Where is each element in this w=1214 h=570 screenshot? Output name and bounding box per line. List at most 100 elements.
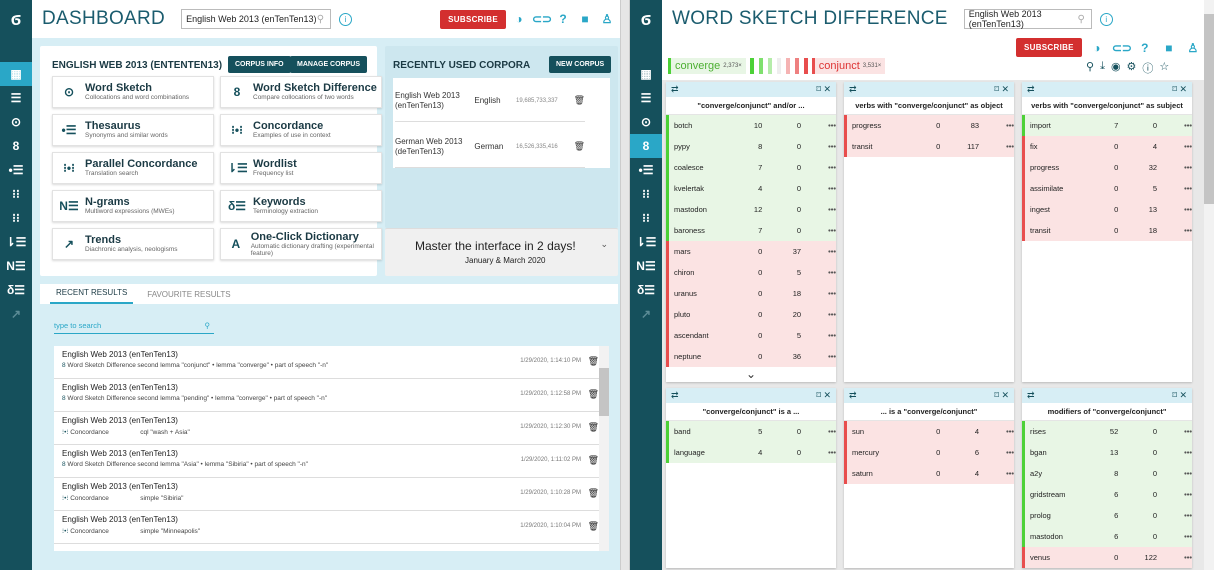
tool-tile-word-sketch[interactable]: ⊙ Word Sketch Collocations and word combin… — [52, 76, 214, 108]
tool-tile-wordlist[interactable]: ⇂☰ Wordlist Frequency list — [220, 152, 382, 184]
dashboard-icon[interactable]: ▦ — [0, 62, 32, 86]
collocation-row[interactable]: pypy 8 0 ••• — [666, 136, 836, 157]
close-icon[interactable]: ✕ — [823, 84, 831, 94]
trends-icon[interactable]: ↗ — [630, 302, 662, 326]
collocation-row[interactable]: transit 0 18 ••• — [1022, 220, 1192, 241]
tab-favourite-results[interactable]: FAVOURITE RESULTS — [141, 290, 236, 304]
collocation-row[interactable]: baroness 7 0 ••• — [666, 220, 836, 241]
wordlist-icon[interactable]: ⇂☰ — [0, 230, 32, 254]
close-icon[interactable]: ✕ — [1001, 84, 1009, 94]
keywords-icon[interactable]: δ☰ — [0, 278, 32, 302]
thesaurus-icon[interactable]: •☰ — [630, 158, 662, 182]
close-icon[interactable]: ✕ — [1179, 390, 1187, 400]
more-icon[interactable]: ••• — [801, 205, 836, 214]
chevron-down-icon[interactable]: ⌄ — [600, 239, 608, 250]
trash-icon[interactable]: 🗑 — [588, 422, 599, 433]
parallel-concordance-icon[interactable]: ⁝⁝ — [630, 206, 662, 230]
trash-icon[interactable]: 🗑 — [588, 455, 599, 466]
tool-tile-keywords[interactable]: δ☰ Keywords Terminology extraction — [220, 190, 382, 222]
dashboard-icon[interactable]: ▦ — [630, 62, 662, 86]
collocation-row[interactable]: transit 0 117 ••• — [844, 136, 1014, 157]
parallel-concordance-icon[interactable]: ⁝⁝ — [0, 206, 32, 230]
corpus-info-button[interactable]: CORPUS INFO — [228, 56, 291, 73]
more-icon[interactable]: ••• — [801, 427, 836, 436]
corpus-selector[interactable]: English Web 2013 (enTenTen13) ⚲ — [181, 9, 332, 29]
split-divider[interactable] — [620, 0, 630, 570]
collocation-row[interactable]: venus 0 122 ••• — [1022, 547, 1192, 568]
result-item[interactable]: English Web 2013 (enTenTen13) ⁝•⁝ Concord… — [54, 412, 609, 445]
more-icon[interactable]: ••• — [1157, 532, 1192, 541]
collocation-row[interactable]: botch 10 0 ••• — [666, 115, 836, 136]
corpus-list-icon[interactable]: ☰ — [630, 86, 662, 110]
collocation-row[interactable]: band 5 0 ••• — [666, 421, 836, 442]
collocation-row[interactable]: sun 0 4 ••• — [844, 421, 1014, 442]
user-icon[interactable]: ♙ — [1184, 41, 1202, 55]
help-icon[interactable]: ? — [554, 12, 572, 26]
more-icon[interactable]: ••• — [979, 469, 1014, 478]
more-icon[interactable]: ••• — [1157, 121, 1192, 130]
manage-corpus-button[interactable]: MANAGE CORPUS — [290, 56, 368, 73]
tool-tile-concordance[interactable]: ⁝•⁝ Concordance Examples of use in context — [220, 114, 382, 146]
collocation-row[interactable]: ascendant 0 5 ••• — [666, 325, 836, 346]
result-item[interactable]: English Web 2013 (enTenTen13) 8 Word Sket… — [54, 346, 609, 379]
page-scrollbar[interactable] — [1204, 0, 1214, 570]
more-icon[interactable]: ••• — [801, 247, 836, 256]
tool-tile-word-sketch-difference[interactable]: 8 Word Sketch Difference Compare collocati… — [220, 76, 382, 108]
word-sketch-icon[interactable]: ⊙ — [0, 110, 32, 134]
keywords-icon[interactable]: δ☰ — [630, 278, 662, 302]
trash-icon[interactable]: 🗑 — [574, 95, 585, 106]
feedback-icon[interactable]: ■ — [576, 12, 594, 26]
word-sketch-diff-icon[interactable]: 8 — [0, 134, 32, 158]
collocation-row[interactable]: ingest 0 13 ••• — [1022, 199, 1192, 220]
more-icon[interactable]: ••• — [979, 142, 1014, 151]
more-icon[interactable]: ••• — [801, 268, 836, 277]
result-item[interactable]: English Web 2013 (enTenTen13) ⁝•⁝ Concord… — [54, 511, 609, 544]
more-icon[interactable]: ••• — [1157, 511, 1192, 520]
collocation-row[interactable]: assimilate 0 5 ••• — [1022, 178, 1192, 199]
help-icon[interactable]: ? — [1136, 41, 1154, 55]
more-icon[interactable]: ••• — [1157, 163, 1192, 172]
more-icon[interactable]: ••• — [801, 163, 836, 172]
link-icon[interactable]: ⊂⊃ — [532, 12, 552, 26]
more-icon[interactable]: ••• — [1157, 226, 1192, 235]
subscribe-button[interactable]: SUBSCRIBE — [440, 9, 506, 29]
user-icon[interactable]: ♙ — [598, 12, 616, 26]
collocation-row[interactable]: neptune 0 36 ••• — [666, 346, 836, 367]
settings-icon[interactable]: ⚙ — [1127, 60, 1137, 76]
collocation-row[interactable]: language 4 0 ••• — [666, 442, 836, 463]
more-icon[interactable]: ••• — [979, 448, 1014, 457]
collocation-row[interactable]: mercury 0 6 ••• — [844, 442, 1014, 463]
more-icon[interactable]: ••• — [979, 427, 1014, 436]
close-icon[interactable]: ✕ — [1001, 390, 1009, 400]
contrast-icon[interactable]: ◑ — [1088, 41, 1106, 55]
tool-tile-trends[interactable]: ↗ Trends Diachronic analysis, neologisms — [52, 228, 214, 260]
link-icon[interactable]: ⊂⊃ — [1112, 41, 1132, 55]
swap-icon[interactable]: ⇄ — [849, 84, 857, 95]
swap-icon[interactable]: ⇄ — [1027, 84, 1035, 95]
search-icon[interactable]: ⚲ — [1086, 60, 1094, 76]
more-icon[interactable]: ••• — [801, 289, 836, 298]
sketch-engine-logo[interactable]: ϭ — [0, 0, 32, 38]
word-sketch-diff-icon[interactable]: 8 — [630, 134, 662, 158]
info-icon[interactable]: i — [339, 12, 353, 26]
collocation-row[interactable]: mastodon 12 0 ••• — [666, 199, 836, 220]
collocation-row[interactable]: saturn 0 4 ••• — [844, 463, 1014, 484]
collocation-row[interactable]: kvelertak 4 0 ••• — [666, 178, 836, 199]
results-search-input[interactable]: type to search ⚲ — [54, 318, 214, 334]
more-icon[interactable]: ••• — [1157, 553, 1192, 562]
trends-icon[interactable]: ↗ — [0, 302, 32, 326]
more-icon[interactable]: ••• — [1157, 427, 1192, 436]
collocation-row[interactable]: rises 52 0 ••• — [1022, 421, 1192, 442]
more-icon[interactable]: ••• — [801, 226, 836, 235]
recent-corpus-item[interactable]: German Web 2013 (deTenTen13) German 16,526… — [395, 126, 585, 168]
ngrams-icon[interactable]: N☰ — [0, 254, 32, 278]
ngrams-icon[interactable]: N☰ — [630, 254, 662, 278]
collocation-row[interactable]: uranus 0 18 ••• — [666, 283, 836, 304]
swap-icon[interactable]: ⇄ — [1027, 390, 1035, 401]
recent-corpus-item[interactable]: English Web 2013 (enTenTen13) English 19,6… — [395, 80, 585, 122]
more-icon[interactable]: ••• — [1157, 490, 1192, 499]
result-item[interactable]: English Web 2013 (enTenTen13) 8 Word Sket… — [54, 379, 609, 412]
more-icon[interactable]: ••• — [801, 352, 836, 361]
promo-card[interactable]: Master the interface in 2 days! January … — [385, 228, 618, 276]
more-icon[interactable]: ••• — [1157, 205, 1192, 214]
